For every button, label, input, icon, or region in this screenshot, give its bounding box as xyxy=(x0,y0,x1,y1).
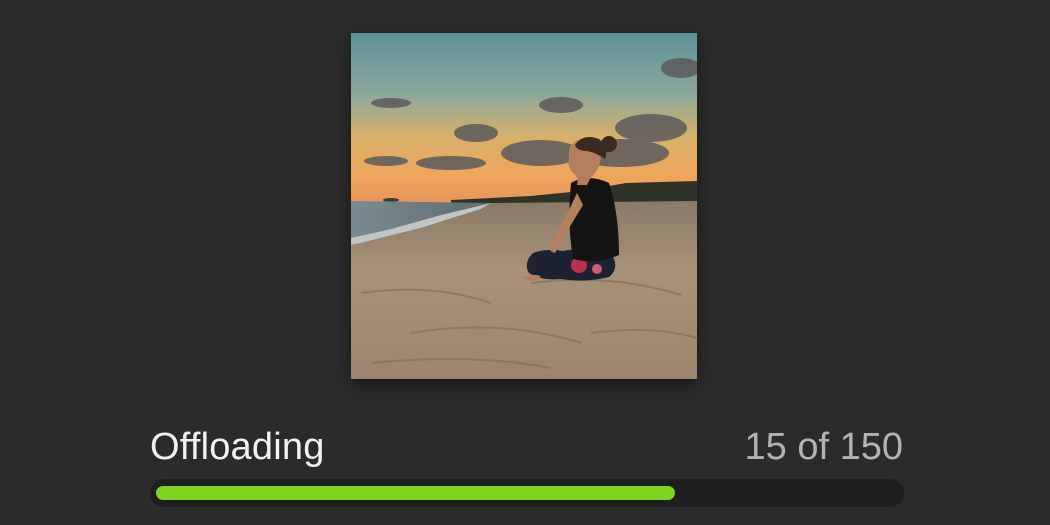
offload-screen: Offloading 15 of 150 xyxy=(0,0,1050,525)
progress-count: 15 of 150 xyxy=(744,426,903,468)
progress-fill xyxy=(156,486,675,500)
beach-meditation-photo xyxy=(351,33,697,379)
status-label: Offloading xyxy=(150,426,325,468)
thumbnail-photo xyxy=(351,33,697,379)
progress-bar xyxy=(150,479,904,507)
status-row: Offloading 15 of 150 xyxy=(150,423,903,471)
